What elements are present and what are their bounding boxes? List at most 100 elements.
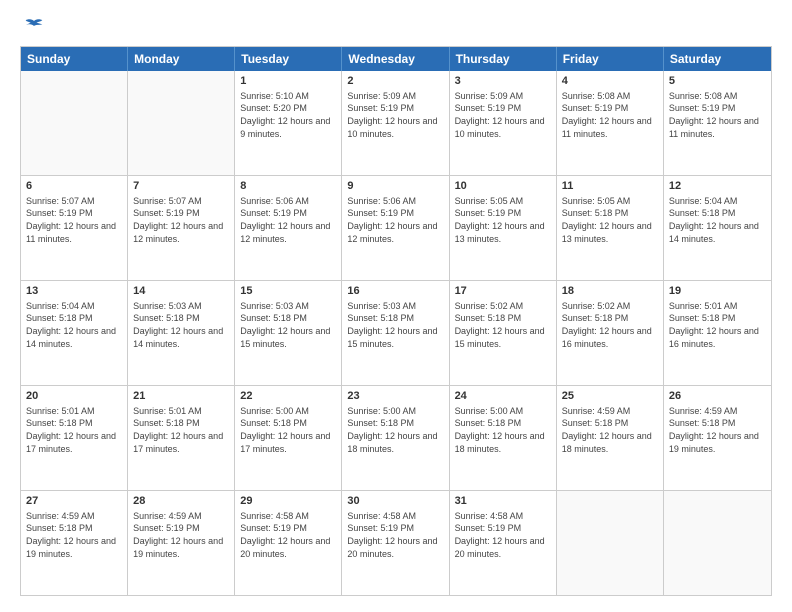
calendar-cell: 30Sunrise: 4:58 AM Sunset: 5:19 PM Dayli… [342, 491, 449, 595]
day-info: Sunrise: 5:09 AM Sunset: 5:19 PM Dayligh… [347, 90, 443, 140]
calendar-cell: 16Sunrise: 5:03 AM Sunset: 5:18 PM Dayli… [342, 281, 449, 385]
calendar-cell: 28Sunrise: 4:59 AM Sunset: 5:19 PM Dayli… [128, 491, 235, 595]
calendar-cell [664, 491, 771, 595]
day-number: 9 [347, 179, 443, 194]
calendar-week-4: 20Sunrise: 5:01 AM Sunset: 5:18 PM Dayli… [21, 385, 771, 490]
calendar-header: SundayMondayTuesdayWednesdayThursdayFrid… [21, 47, 771, 71]
calendar-week-1: 1Sunrise: 5:10 AM Sunset: 5:20 PM Daylig… [21, 71, 771, 175]
day-info: Sunrise: 5:09 AM Sunset: 5:19 PM Dayligh… [455, 90, 551, 140]
calendar-cell: 4Sunrise: 5:08 AM Sunset: 5:19 PM Daylig… [557, 71, 664, 175]
day-number: 17 [455, 284, 551, 299]
day-number: 29 [240, 494, 336, 509]
day-info: Sunrise: 5:10 AM Sunset: 5:20 PM Dayligh… [240, 90, 336, 140]
calendar-cell: 23Sunrise: 5:00 AM Sunset: 5:18 PM Dayli… [342, 386, 449, 490]
day-number: 13 [26, 284, 122, 299]
day-info: Sunrise: 5:06 AM Sunset: 5:19 PM Dayligh… [240, 195, 336, 245]
weekday-header-tuesday: Tuesday [235, 47, 342, 71]
calendar-cell [557, 491, 664, 595]
calendar-cell: 15Sunrise: 5:03 AM Sunset: 5:18 PM Dayli… [235, 281, 342, 385]
day-info: Sunrise: 4:58 AM Sunset: 5:19 PM Dayligh… [455, 510, 551, 560]
calendar-cell: 21Sunrise: 5:01 AM Sunset: 5:18 PM Dayli… [128, 386, 235, 490]
weekday-header-friday: Friday [557, 47, 664, 71]
day-number: 5 [669, 74, 766, 89]
day-info: Sunrise: 4:59 AM Sunset: 5:18 PM Dayligh… [669, 405, 766, 455]
day-info: Sunrise: 4:59 AM Sunset: 5:19 PM Dayligh… [133, 510, 229, 560]
day-info: Sunrise: 5:08 AM Sunset: 5:19 PM Dayligh… [562, 90, 658, 140]
day-info: Sunrise: 5:08 AM Sunset: 5:19 PM Dayligh… [669, 90, 766, 140]
day-number: 7 [133, 179, 229, 194]
weekday-header-saturday: Saturday [664, 47, 771, 71]
day-number: 22 [240, 389, 336, 404]
calendar-cell: 8Sunrise: 5:06 AM Sunset: 5:19 PM Daylig… [235, 176, 342, 280]
day-info: Sunrise: 5:02 AM Sunset: 5:18 PM Dayligh… [562, 300, 658, 350]
page: SundayMondayTuesdayWednesdayThursdayFrid… [0, 0, 792, 612]
calendar-cell: 19Sunrise: 5:01 AM Sunset: 5:18 PM Dayli… [664, 281, 771, 385]
day-info: Sunrise: 5:01 AM Sunset: 5:18 PM Dayligh… [669, 300, 766, 350]
day-number: 28 [133, 494, 229, 509]
calendar-week-2: 6Sunrise: 5:07 AM Sunset: 5:19 PM Daylig… [21, 175, 771, 280]
day-info: Sunrise: 5:00 AM Sunset: 5:18 PM Dayligh… [455, 405, 551, 455]
calendar-cell: 31Sunrise: 4:58 AM Sunset: 5:19 PM Dayli… [450, 491, 557, 595]
day-number: 1 [240, 74, 336, 89]
day-info: Sunrise: 5:00 AM Sunset: 5:18 PM Dayligh… [347, 405, 443, 455]
day-info: Sunrise: 5:05 AM Sunset: 5:18 PM Dayligh… [562, 195, 658, 245]
calendar-cell: 29Sunrise: 4:58 AM Sunset: 5:19 PM Dayli… [235, 491, 342, 595]
calendar-cell: 5Sunrise: 5:08 AM Sunset: 5:19 PM Daylig… [664, 71, 771, 175]
day-info: Sunrise: 5:01 AM Sunset: 5:18 PM Dayligh… [26, 405, 122, 455]
weekday-header-monday: Monday [128, 47, 235, 71]
calendar-cell: 17Sunrise: 5:02 AM Sunset: 5:18 PM Dayli… [450, 281, 557, 385]
calendar-cell: 10Sunrise: 5:05 AM Sunset: 5:19 PM Dayli… [450, 176, 557, 280]
day-number: 8 [240, 179, 336, 194]
day-number: 14 [133, 284, 229, 299]
calendar-cell: 24Sunrise: 5:00 AM Sunset: 5:18 PM Dayli… [450, 386, 557, 490]
calendar-cell: 3Sunrise: 5:09 AM Sunset: 5:19 PM Daylig… [450, 71, 557, 175]
day-number: 12 [669, 179, 766, 194]
weekday-header-sunday: Sunday [21, 47, 128, 71]
day-number: 20 [26, 389, 122, 404]
day-info: Sunrise: 5:03 AM Sunset: 5:18 PM Dayligh… [347, 300, 443, 350]
day-info: Sunrise: 4:59 AM Sunset: 5:18 PM Dayligh… [26, 510, 122, 560]
calendar-cell: 6Sunrise: 5:07 AM Sunset: 5:19 PM Daylig… [21, 176, 128, 280]
calendar-cell: 2Sunrise: 5:09 AM Sunset: 5:19 PM Daylig… [342, 71, 449, 175]
day-number: 18 [562, 284, 658, 299]
day-number: 10 [455, 179, 551, 194]
header [20, 16, 772, 36]
day-number: 11 [562, 179, 658, 194]
day-number: 23 [347, 389, 443, 404]
calendar-cell: 13Sunrise: 5:04 AM Sunset: 5:18 PM Dayli… [21, 281, 128, 385]
calendar-cell [128, 71, 235, 175]
day-number: 2 [347, 74, 443, 89]
day-info: Sunrise: 5:04 AM Sunset: 5:18 PM Dayligh… [26, 300, 122, 350]
day-number: 19 [669, 284, 766, 299]
day-info: Sunrise: 5:06 AM Sunset: 5:19 PM Dayligh… [347, 195, 443, 245]
calendar-body: 1Sunrise: 5:10 AM Sunset: 5:20 PM Daylig… [21, 71, 771, 595]
day-info: Sunrise: 5:03 AM Sunset: 5:18 PM Dayligh… [240, 300, 336, 350]
day-number: 25 [562, 389, 658, 404]
calendar-cell: 18Sunrise: 5:02 AM Sunset: 5:18 PM Dayli… [557, 281, 664, 385]
logo-bird-icon [24, 16, 44, 36]
day-number: 3 [455, 74, 551, 89]
day-info: Sunrise: 5:03 AM Sunset: 5:18 PM Dayligh… [133, 300, 229, 350]
day-number: 21 [133, 389, 229, 404]
day-number: 4 [562, 74, 658, 89]
day-info: Sunrise: 4:58 AM Sunset: 5:19 PM Dayligh… [240, 510, 336, 560]
calendar-cell: 25Sunrise: 4:59 AM Sunset: 5:18 PM Dayli… [557, 386, 664, 490]
day-info: Sunrise: 5:07 AM Sunset: 5:19 PM Dayligh… [133, 195, 229, 245]
calendar-cell: 22Sunrise: 5:00 AM Sunset: 5:18 PM Dayli… [235, 386, 342, 490]
day-info: Sunrise: 5:01 AM Sunset: 5:18 PM Dayligh… [133, 405, 229, 455]
calendar-cell: 26Sunrise: 4:59 AM Sunset: 5:18 PM Dayli… [664, 386, 771, 490]
day-number: 31 [455, 494, 551, 509]
day-info: Sunrise: 4:58 AM Sunset: 5:19 PM Dayligh… [347, 510, 443, 560]
day-number: 30 [347, 494, 443, 509]
day-number: 27 [26, 494, 122, 509]
calendar-cell: 7Sunrise: 5:07 AM Sunset: 5:19 PM Daylig… [128, 176, 235, 280]
day-info: Sunrise: 5:02 AM Sunset: 5:18 PM Dayligh… [455, 300, 551, 350]
day-number: 24 [455, 389, 551, 404]
calendar-cell: 9Sunrise: 5:06 AM Sunset: 5:19 PM Daylig… [342, 176, 449, 280]
calendar-cell: 27Sunrise: 4:59 AM Sunset: 5:18 PM Dayli… [21, 491, 128, 595]
day-number: 26 [669, 389, 766, 404]
day-info: Sunrise: 5:00 AM Sunset: 5:18 PM Dayligh… [240, 405, 336, 455]
calendar-cell: 20Sunrise: 5:01 AM Sunset: 5:18 PM Dayli… [21, 386, 128, 490]
calendar-cell [21, 71, 128, 175]
weekday-header-thursday: Thursday [450, 47, 557, 71]
